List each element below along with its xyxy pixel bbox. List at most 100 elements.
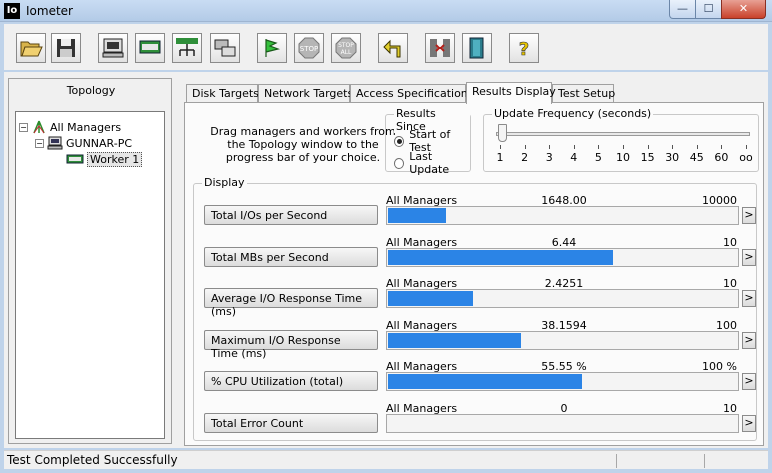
metric-progress-fill [388,291,473,306]
main-area: Topology − All Managers − GUNNAR-PC Work… [4,72,768,448]
worker-disk-icon [66,154,84,164]
monitors-icon [214,39,236,57]
collapse-icon[interactable]: − [19,122,28,132]
metric-more-button[interactable]: > [742,290,756,307]
slider-tick-label: 4 [570,151,578,164]
stop-all-sublabel: ALL [341,49,352,56]
results-display-panel: Drag managers and workers from the Topol… [184,102,764,446]
status-separator [704,454,705,468]
stop-label: STOP [300,45,318,53]
metric-progress-bar[interactable] [386,206,739,225]
duplicate-worker-button[interactable] [172,33,202,63]
stop-all-sign-icon: STOPALL [335,37,357,59]
metric-progress-fill [388,208,446,223]
save-config-button[interactable] [51,33,81,63]
tree-item-all-managers[interactable]: − All Managers [19,120,121,134]
metric-progress-fill [388,333,521,348]
return-arrow-icon [383,39,401,58]
topology-panel: Topology − All Managers − GUNNAR-PC Work… [8,78,172,444]
metric-progress-bar[interactable] [386,248,739,267]
radio-dot [394,157,405,169]
metric-select-button[interactable]: Total Error Count [204,413,378,433]
exit-button[interactable] [425,33,455,63]
update-frequency-title: Update Frequency (seconds) [492,107,654,120]
reset-workers-button[interactable] [378,33,408,63]
stop-sign-icon: STOP [298,37,320,59]
maximize-button[interactable]: ☐ [695,0,722,19]
slider-tick [598,145,600,149]
question-mark-icon: ? [518,39,529,60]
about-button[interactable]: ? [509,33,539,63]
topology-tree[interactable]: − All Managers − GUNNAR-PC Worker 1 [15,111,165,439]
disconnect-manager-button[interactable] [210,33,240,63]
slider-tick [746,145,747,149]
network-tree-icon [176,38,198,56]
slider-tick-label: 60 [714,151,729,164]
slider-tick [549,145,551,149]
update-frequency-group: Update Frequency (seconds) 1 2 3 4 5 10 15 30 45… [483,107,759,172]
tab-disk-targets[interactable]: Disk Targets [186,84,259,103]
update-frequency-slider[interactable] [496,132,750,136]
stop-all-label: STOP [338,42,354,49]
door-icon [469,37,484,59]
stop-all-button[interactable]: STOP ALL [331,33,361,63]
metric-select-button[interactable]: Total I/Os per Second [204,205,378,225]
slider-tick [623,145,624,149]
metric-more-button[interactable]: > [742,415,756,432]
metric-progress-bar[interactable] [386,414,739,433]
exit-app-button[interactable] [462,33,492,63]
open-config-button[interactable] [16,33,46,63]
minimize-button[interactable]: — [669,0,696,19]
start-tests-button[interactable] [257,33,287,63]
stop-test-button[interactable]: STOP [294,33,324,63]
tree-item-worker[interactable]: Worker 1 [66,151,143,167]
computer-icon [102,38,124,58]
metric-more-button[interactable]: > [742,373,756,390]
drag-instructions: Drag managers and workers from the Topol… [210,125,396,164]
slider-tick-label: 3 [545,151,553,164]
tree-item-manager[interactable]: − GUNNAR-PC [35,136,132,150]
metric-select-button[interactable]: % CPU Utilization (total) [204,371,378,391]
metric-progress-bar[interactable] [386,331,739,350]
tab-results-display[interactable]: Results Display [466,82,556,104]
collapse-icon[interactable]: − [35,138,44,148]
minimize-icon: — [677,2,688,15]
slider-tick-label: oo [739,151,753,164]
metric-select-button[interactable]: Maximum I/O Response Time (ms) [204,330,378,360]
slider-tick-label: 2 [521,151,529,164]
about-label: ? [519,39,529,60]
computer-icon [47,136,63,150]
last-update-radio[interactable]: Last Update [394,150,470,176]
metric-more-button[interactable]: > [742,332,756,349]
metric-select-button[interactable]: Total MBs per Second [204,247,378,267]
slider-tick [672,145,674,149]
network-worker-icon [139,40,161,54]
metric-more-button[interactable]: > [742,207,756,224]
maximize-icon: ☐ [703,2,714,15]
metric-progress-bar[interactable] [386,372,739,391]
metric-more-button[interactable]: > [742,249,756,266]
tree-item-label: All Managers [50,120,122,134]
radio-label: Last Update [409,150,450,176]
topology-title: Topology [66,84,116,97]
tab-test-setup[interactable]: Test Setup [552,84,615,103]
slider-tick [721,145,723,149]
tab-network-targets[interactable]: Network Targets [258,84,353,103]
new-network-worker-button[interactable] [135,33,165,63]
update-frequency-slider-thumb[interactable] [498,124,507,142]
metric-select-button[interactable]: Average I/O Response Time (ms) [204,288,378,318]
close-button[interactable]: ✕ [721,0,766,19]
slider-tick [573,145,575,149]
green-flag-icon [265,39,281,57]
status-bar: Test Completed Successfully [4,450,768,469]
display-group: Display Total I/Os per Second All Manager… [193,176,757,441]
slider-tick [500,145,501,149]
metric-progress-bar[interactable] [386,289,739,308]
tree-item-label: Worker 1 [87,151,143,167]
new-disk-worker-button[interactable] [98,33,128,63]
metric-progress-fill [388,250,613,265]
tab-access-specifications[interactable]: Access Specifications [350,84,474,103]
slider-tick-label: 30 [665,151,680,164]
slider-tick-label: 10 [616,151,630,164]
status-text: Test Completed Successfully [7,453,178,467]
